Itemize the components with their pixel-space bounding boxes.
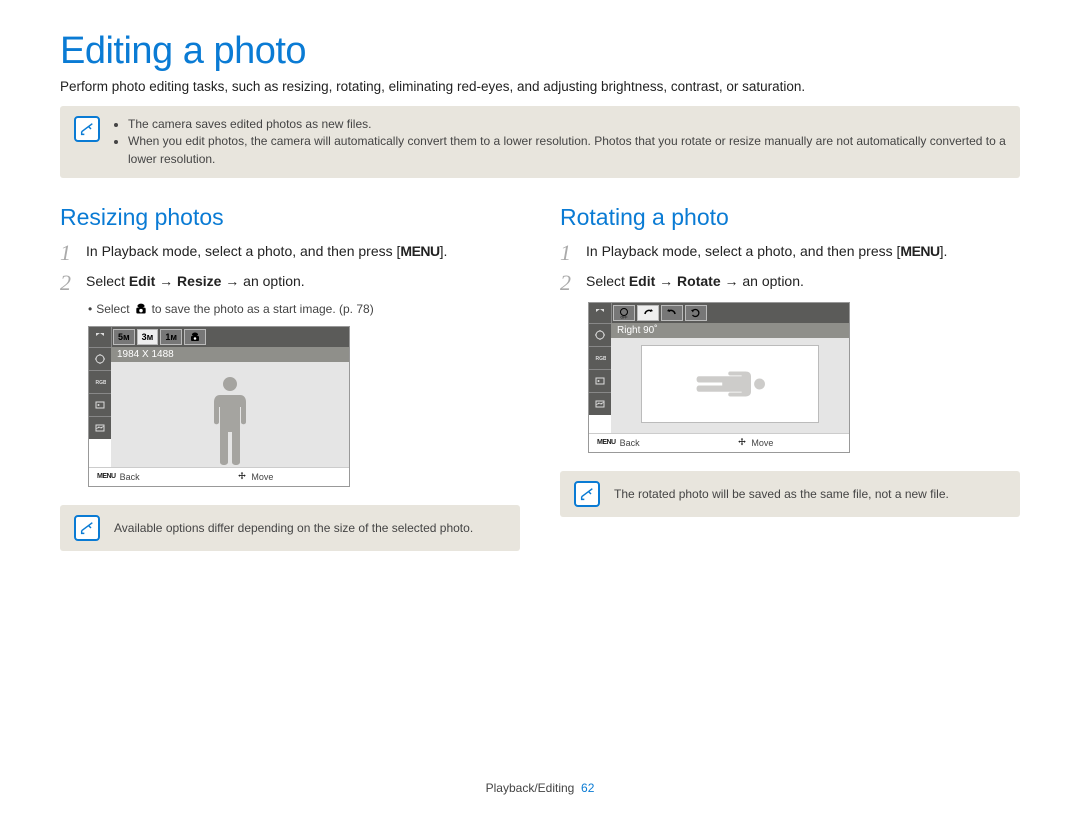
step1-text: In Playback mode, select a photo, and th… bbox=[86, 243, 400, 259]
top-note-list: The camera saves edited photos as new fi… bbox=[114, 116, 1006, 168]
intro-text: Perform photo editing tasks, such as res… bbox=[60, 79, 1020, 94]
arrow: → bbox=[655, 273, 677, 289]
rotate-option-label: Right 90˚ bbox=[611, 323, 849, 338]
side-icon bbox=[589, 323, 611, 346]
subbullet-post: to save the photo as a start image. (p. … bbox=[152, 302, 374, 316]
step-1: 1 In Playback mode, select a photo, and … bbox=[60, 241, 520, 265]
tab-180-icon bbox=[685, 305, 707, 321]
silhouette-icon bbox=[695, 368, 765, 399]
svg-text:RGB: RGB bbox=[596, 356, 607, 362]
rotate-note-box: The rotated photo will be saved as the s… bbox=[560, 471, 1020, 517]
step-2: 2 Select Edit → Resize → an option. bbox=[60, 271, 520, 295]
subbullet-pre: Select bbox=[96, 302, 129, 316]
move-label: Move bbox=[751, 438, 773, 448]
resize-note-box: Available options differ depending on th… bbox=[60, 505, 520, 551]
step1-end: ]. bbox=[440, 243, 448, 259]
step-number: 2 bbox=[60, 271, 78, 295]
top-note-item: The camera saves edited photos as new fi… bbox=[128, 116, 1006, 133]
start-image-icon bbox=[134, 303, 148, 315]
rotate-tabs: OFF bbox=[612, 303, 849, 323]
step2-resize: Resize bbox=[177, 273, 221, 289]
page-title: Editing a photo bbox=[60, 30, 1020, 73]
step2-edit: Edit bbox=[129, 273, 155, 289]
footer-section: Playback/Editing bbox=[486, 781, 575, 795]
ss-corner-icon bbox=[589, 303, 612, 323]
side-icon bbox=[589, 392, 611, 415]
right-column: Rotating a photo 1 In Playback mode, sel… bbox=[560, 204, 1020, 550]
back-label: Back bbox=[620, 438, 640, 448]
menu-button-label: MENU bbox=[400, 243, 439, 259]
side-icon bbox=[89, 347, 111, 370]
silhouette-icon bbox=[210, 377, 250, 467]
step-number: 2 bbox=[560, 271, 578, 295]
note-icon bbox=[74, 116, 100, 142]
step2-rotate: Rotate bbox=[677, 273, 721, 289]
arrow: → bbox=[155, 273, 177, 289]
side-icon bbox=[589, 369, 611, 392]
svg-text:OFF: OFF bbox=[621, 315, 628, 319]
tab-off-icon: OFF bbox=[613, 305, 635, 321]
step2-post: → an option. bbox=[721, 273, 804, 289]
step1-text: In Playback mode, select a photo, and th… bbox=[586, 243, 900, 259]
top-note-item: When you edit photos, the camera will au… bbox=[128, 133, 1006, 168]
note-icon bbox=[74, 515, 100, 541]
step2-pre: Select bbox=[86, 273, 129, 289]
note-icon bbox=[574, 481, 600, 507]
move-glyph-icon bbox=[737, 437, 747, 449]
top-note-box: The camera saves edited photos as new fi… bbox=[60, 106, 1020, 178]
side-icon bbox=[89, 416, 111, 439]
dimensions-label: 1984 X 1488 bbox=[111, 347, 349, 362]
step2-pre: Select bbox=[586, 273, 629, 289]
step-2: 2 Select Edit → Rotate → an option. bbox=[560, 271, 1020, 295]
left-column: Resizing photos 1 In Playback mode, sele… bbox=[60, 204, 520, 550]
menu-glyph-icon: MENU bbox=[597, 439, 616, 446]
move-label: Move bbox=[251, 472, 273, 482]
page-footer: Playback/Editing 62 bbox=[0, 781, 1080, 795]
tab-left90-icon bbox=[661, 305, 683, 321]
step2-edit: Edit bbox=[629, 273, 655, 289]
ss-corner-icon bbox=[89, 327, 112, 347]
resize-note-text: Available options differ depending on th… bbox=[114, 521, 473, 535]
rotate-screenshot: OFF RGB Right 90˚ bbox=[588, 302, 850, 453]
step-1: 1 In Playback mode, select a photo, and … bbox=[560, 241, 1020, 265]
tab-5m: 5м bbox=[113, 329, 135, 345]
footer-page: 62 bbox=[581, 781, 594, 795]
menu-glyph-icon: MENU bbox=[97, 473, 116, 480]
step-number: 1 bbox=[60, 241, 78, 265]
tab-1m: 1м bbox=[160, 329, 182, 345]
move-glyph-icon bbox=[237, 471, 247, 483]
svg-text:RGB: RGB bbox=[96, 380, 107, 386]
rotate-note-text: The rotated photo will be saved as the s… bbox=[614, 487, 949, 501]
resize-screenshot: 5м 3м 1м RGB bbox=[88, 326, 350, 487]
section-heading-rotate: Rotating a photo bbox=[560, 204, 1020, 231]
sub-bullet: Select to save the photo as a start imag… bbox=[60, 302, 520, 316]
size-tabs: 5м 3м 1м bbox=[112, 327, 349, 347]
step1-end: ]. bbox=[940, 243, 948, 259]
tab-start-image-icon bbox=[184, 329, 206, 345]
section-heading-resize: Resizing photos bbox=[60, 204, 520, 231]
tab-right90-icon bbox=[637, 305, 659, 321]
side-icon bbox=[89, 393, 111, 416]
back-label: Back bbox=[120, 472, 140, 482]
step-number: 1 bbox=[560, 241, 578, 265]
side-icon: RGB bbox=[589, 346, 611, 369]
menu-button-label: MENU bbox=[900, 243, 939, 259]
side-icon: RGB bbox=[89, 370, 111, 393]
tab-3m: 3м bbox=[137, 329, 159, 345]
step2-post: → an option. bbox=[221, 273, 304, 289]
